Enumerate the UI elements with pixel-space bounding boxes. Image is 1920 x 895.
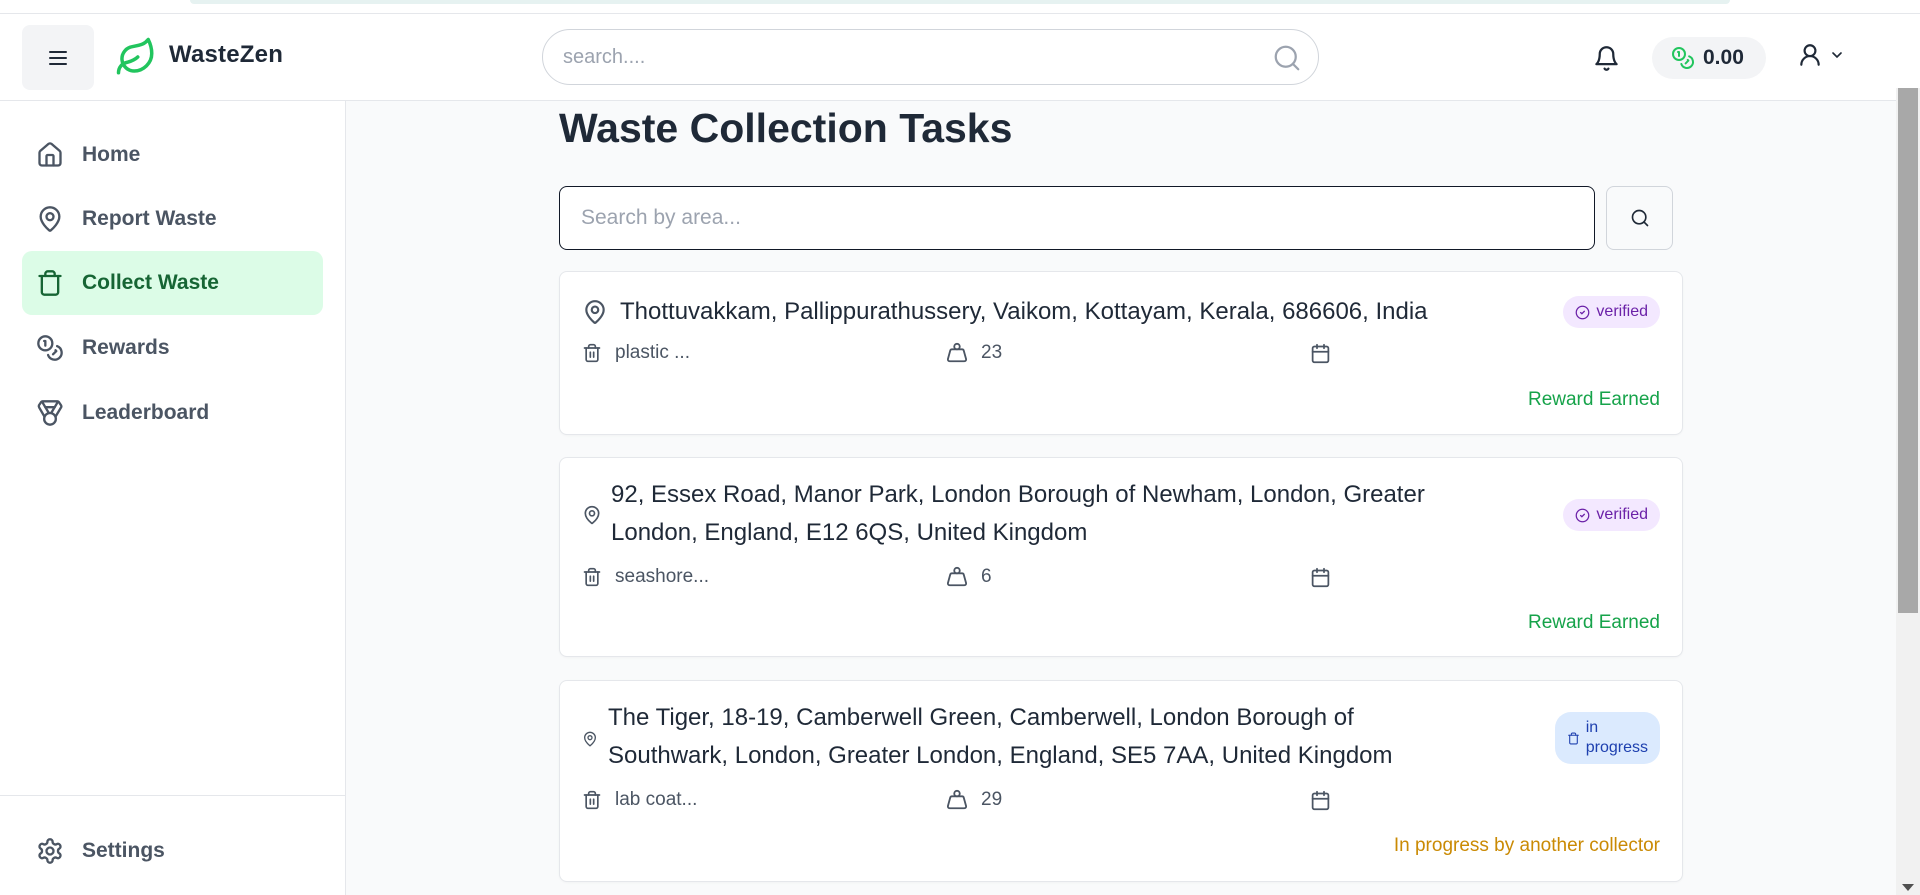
leaf-icon	[116, 37, 154, 75]
area-search-button[interactable]	[1606, 186, 1673, 250]
trash-icon	[583, 567, 601, 587]
balance-badge[interactable]: 0.00	[1652, 37, 1766, 79]
global-search	[542, 29, 1319, 85]
weight-icon	[946, 566, 968, 587]
coins-icon	[1672, 47, 1694, 69]
coins-icon	[37, 335, 63, 361]
user-icon	[1800, 44, 1820, 66]
sidebar-item-label: Report Waste	[82, 207, 217, 230]
page-title: Waste Collection Tasks	[559, 105, 1013, 151]
sidebar-item-rewards[interactable]: Rewards	[22, 316, 323, 380]
check-circle-icon	[1576, 508, 1590, 522]
map-pin-icon	[39, 206, 61, 232]
address-line: London, England, E12 6QS, United Kingdom	[611, 519, 1088, 546]
trash-icon	[583, 790, 601, 810]
task-address: The Tiger, 18-19, Camberwell Green, Camb…	[608, 699, 1393, 775]
sidebar-item-settings[interactable]: Settings	[22, 819, 323, 883]
weight-icon	[946, 789, 968, 810]
task-card: Thottuvakkam, Pallippurathussery, Vaikom…	[559, 271, 1683, 435]
waste-type: plastic ...	[615, 342, 690, 363]
menu-icon	[49, 50, 67, 65]
area-search	[559, 186, 1595, 250]
sidebar-item-label: Collect Waste	[82, 271, 219, 294]
calendar-icon	[1311, 343, 1330, 363]
scrollbar-thumb[interactable]	[1898, 88, 1918, 613]
sidebar-item-label: Leaderboard	[82, 401, 210, 424]
balance-value: 0.00	[1703, 46, 1744, 69]
scroll-down-arrow-icon[interactable]	[1902, 884, 1914, 891]
task-meta: lab coat... 29	[582, 789, 1331, 811]
trash-icon	[38, 270, 62, 296]
status-badge: verified	[1563, 296, 1660, 328]
task-meta: seashore... 6	[582, 566, 1331, 588]
area-search-input[interactable]	[581, 187, 1571, 249]
sidebar-item-report-waste[interactable]: Report Waste	[22, 187, 323, 251]
waste-amount: 23	[981, 342, 1003, 363]
bell-icon[interactable]	[1593, 45, 1620, 72]
address-line: 92, Essex Road, Manor Park, London Borou…	[611, 481, 1425, 508]
app-name[interactable]: WasteZen	[169, 41, 283, 69]
waste-amount: 6	[981, 566, 992, 587]
menu-button[interactable]	[22, 25, 94, 90]
sidebar-item-label: Home	[82, 143, 141, 166]
address-line: Southwark, London, Greater London, Engla…	[608, 742, 1393, 769]
user-menu[interactable]	[1797, 42, 1845, 68]
map-pin-icon	[585, 300, 605, 324]
browser-top-strip	[0, 0, 1920, 14]
task-address: 92, Essex Road, Manor Park, London Borou…	[611, 476, 1425, 552]
chevron-down-icon	[1832, 52, 1842, 59]
task-status: Reward Earned	[1527, 389, 1660, 410]
trash-icon	[583, 343, 601, 363]
weight-icon	[946, 342, 968, 363]
map-pin-icon	[584, 731, 596, 747]
waste-type: lab coat...	[615, 789, 698, 810]
medal-icon	[37, 400, 63, 426]
status-badge-label: verified	[1596, 506, 1648, 523]
sidebar-item-label: Rewards	[82, 336, 170, 359]
top-bar: WasteZen 0.00	[0, 14, 1920, 101]
gear-icon	[38, 838, 62, 864]
sidebar: Home Report Waste Collect Waste Rewards …	[0, 101, 346, 895]
waste-type: seashore...	[615, 566, 709, 587]
home-icon	[38, 142, 62, 167]
status-badge-label: verified	[1596, 303, 1648, 320]
trash-icon	[1567, 732, 1579, 744]
calendar-icon	[1311, 790, 1330, 810]
task-status: In progress by another collector	[1393, 835, 1660, 856]
top-strip-bar	[190, 0, 1730, 4]
task-address: Thottuvakkam, Pallippurathussery, Vaikom…	[620, 298, 1428, 325]
sidebar-item-collect-waste[interactable]: Collect Waste	[22, 251, 323, 315]
search-input[interactable]	[563, 30, 1243, 84]
task-card: 92, Essex Road, Manor Park, London Borou…	[559, 457, 1683, 657]
task-meta: plastic ... 23	[582, 342, 1331, 364]
sidebar-item-label: Settings	[82, 839, 165, 862]
page-scrollbar[interactable]	[1896, 88, 1920, 895]
search-icon	[1631, 209, 1648, 227]
task-card: The Tiger, 18-19, Camberwell Green, Camb…	[559, 680, 1683, 882]
status-badge: verified	[1563, 499, 1660, 531]
sidebar-divider	[0, 795, 345, 796]
sidebar-item-leaderboard[interactable]: Leaderboard	[22, 381, 323, 445]
status-badge: in progress	[1554, 712, 1660, 764]
check-circle-icon	[1576, 305, 1590, 319]
waste-amount: 29	[981, 789, 1003, 810]
sidebar-item-home[interactable]: Home	[22, 123, 323, 187]
status-badge-label: in progress	[1585, 719, 1648, 756]
main-content: Waste Collection Tasks Thottuvakkam, Pal…	[346, 101, 1896, 895]
calendar-icon	[1311, 567, 1330, 587]
map-pin-icon	[584, 505, 600, 525]
task-status: Reward Earned	[1527, 612, 1660, 633]
address-line: The Tiger, 18-19, Camberwell Green, Camb…	[608, 704, 1354, 731]
search-icon[interactable]	[1272, 43, 1302, 73]
